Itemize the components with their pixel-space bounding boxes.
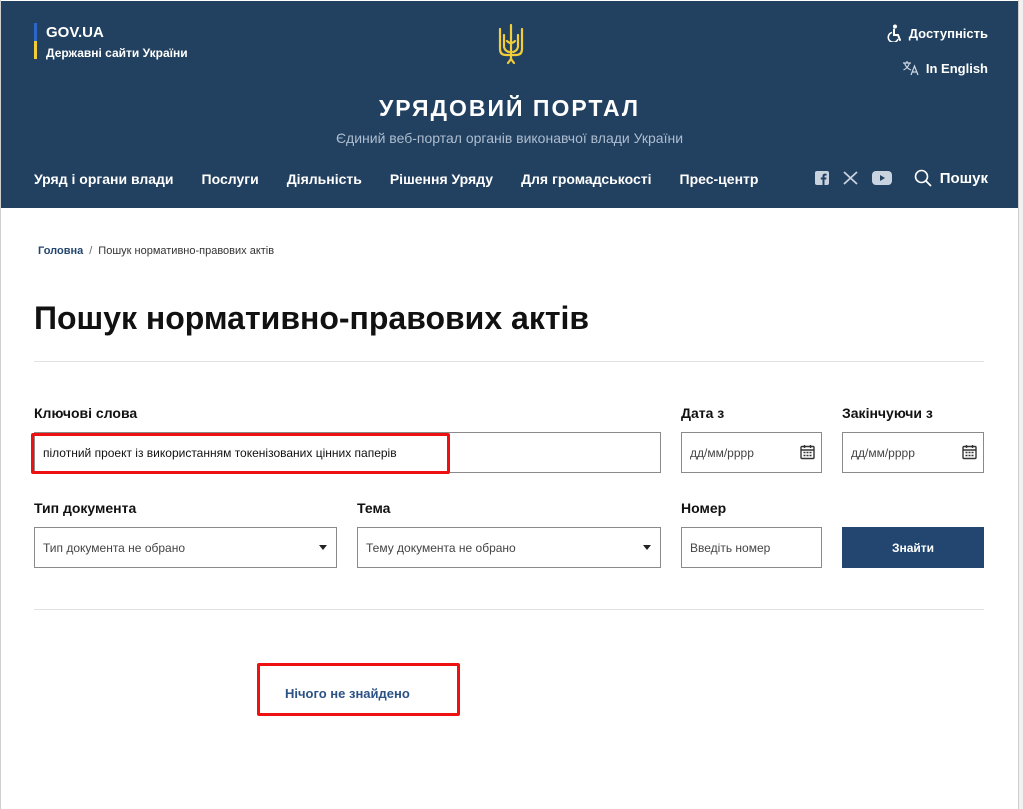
translate-icon bbox=[902, 61, 919, 76]
search-submit-button[interactable]: Знайти bbox=[842, 527, 984, 568]
gov-ua-subtitle: Державні сайти України bbox=[46, 46, 188, 60]
portal-subtitle: Єдиний веб-портал органів виконавчої вла… bbox=[335, 130, 684, 146]
date-to-placeholder: дд/мм/рррр bbox=[851, 445, 915, 460]
social-links bbox=[801, 171, 892, 185]
nav-item-activity[interactable]: Діяльність bbox=[287, 171, 362, 187]
number-label: Номер bbox=[681, 500, 727, 516]
accessibility-label: Доступність bbox=[908, 25, 988, 41]
keywords-label: Ключові слова bbox=[34, 405, 138, 421]
x-twitter-icon[interactable] bbox=[843, 171, 858, 185]
search-label: Пошук bbox=[939, 169, 988, 187]
chevron-down-icon bbox=[643, 545, 651, 550]
topic-value: Тему документа не обрано bbox=[366, 540, 516, 555]
date-to-input[interactable]: дд/мм/рррр bbox=[842, 432, 984, 473]
accessibility-link[interactable]: Доступність bbox=[887, 23, 988, 43]
calendar-icon[interactable] bbox=[800, 444, 815, 460]
search-icon bbox=[914, 169, 932, 187]
site-header: GOV.UA Державні сайти України Доступніст… bbox=[1, 1, 1018, 208]
date-to-label: Закінчуючи з bbox=[842, 405, 933, 421]
divider-bottom bbox=[34, 609, 984, 610]
doc-type-label: Тип документа bbox=[34, 500, 137, 516]
number-placeholder: Введіть номер bbox=[690, 540, 771, 555]
header-search-button[interactable]: Пошук bbox=[914, 169, 988, 187]
doc-type-select[interactable]: Тип документа не обрано bbox=[34, 527, 337, 568]
facebook-icon[interactable] bbox=[815, 171, 829, 185]
nav-item-services[interactable]: Послуги bbox=[202, 171, 259, 187]
divider-top bbox=[34, 361, 984, 362]
nav-item-government[interactable]: Уряд і органи влади bbox=[34, 171, 174, 187]
page-title: Пошук нормативно-правових актів bbox=[34, 300, 590, 336]
breadcrumb-separator: / bbox=[89, 245, 93, 257]
nav-item-press[interactable]: Прес-центр bbox=[680, 171, 759, 187]
language-label: In English bbox=[925, 60, 988, 76]
youtube-icon[interactable] bbox=[872, 171, 892, 185]
doc-type-value: Тип документа не обрано bbox=[43, 540, 186, 555]
main-nav: Уряд і органи влади Послуги Діяльність Р… bbox=[34, 171, 786, 187]
calendar-icon[interactable] bbox=[962, 444, 977, 460]
topic-select[interactable]: Тему документа не обрано bbox=[357, 527, 661, 568]
date-from-label: Дата з bbox=[681, 405, 725, 421]
highlight-box-results bbox=[257, 663, 460, 716]
breadcrumb-home-link[interactable]: Головна bbox=[38, 245, 83, 257]
header-utilities: Доступність In English bbox=[887, 23, 988, 78]
portal-title[interactable]: УРЯДОВИЙ ПОРТАЛ bbox=[1, 95, 1018, 122]
nav-item-public[interactable]: Для громадськості bbox=[521, 171, 651, 187]
accessibility-icon bbox=[887, 24, 901, 42]
breadcrumb-current: Пошук нормативно-правових актів bbox=[98, 245, 275, 257]
gov-ua-title: GOV.UA bbox=[46, 24, 104, 41]
breadcrumb: Головна / Пошук нормативно-правових акті… bbox=[38, 245, 274, 257]
nav-item-decisions[interactable]: Рішення Уряду bbox=[390, 171, 493, 187]
language-switch[interactable]: In English bbox=[887, 58, 988, 78]
number-input[interactable]: Введіть номер bbox=[681, 527, 822, 568]
window-right-edge bbox=[1018, 0, 1023, 809]
gov-ua-link[interactable]: GOV.UA Державні сайти України bbox=[34, 23, 188, 61]
chevron-down-icon bbox=[319, 545, 327, 550]
flag-bar bbox=[34, 23, 37, 59]
highlight-box-keywords bbox=[31, 433, 450, 474]
trident-logo-icon[interactable] bbox=[497, 23, 525, 65]
date-from-placeholder: дд/мм/рррр bbox=[690, 445, 754, 460]
topic-label: Тема bbox=[357, 500, 391, 516]
date-from-input[interactable]: дд/мм/рррр bbox=[681, 432, 822, 473]
